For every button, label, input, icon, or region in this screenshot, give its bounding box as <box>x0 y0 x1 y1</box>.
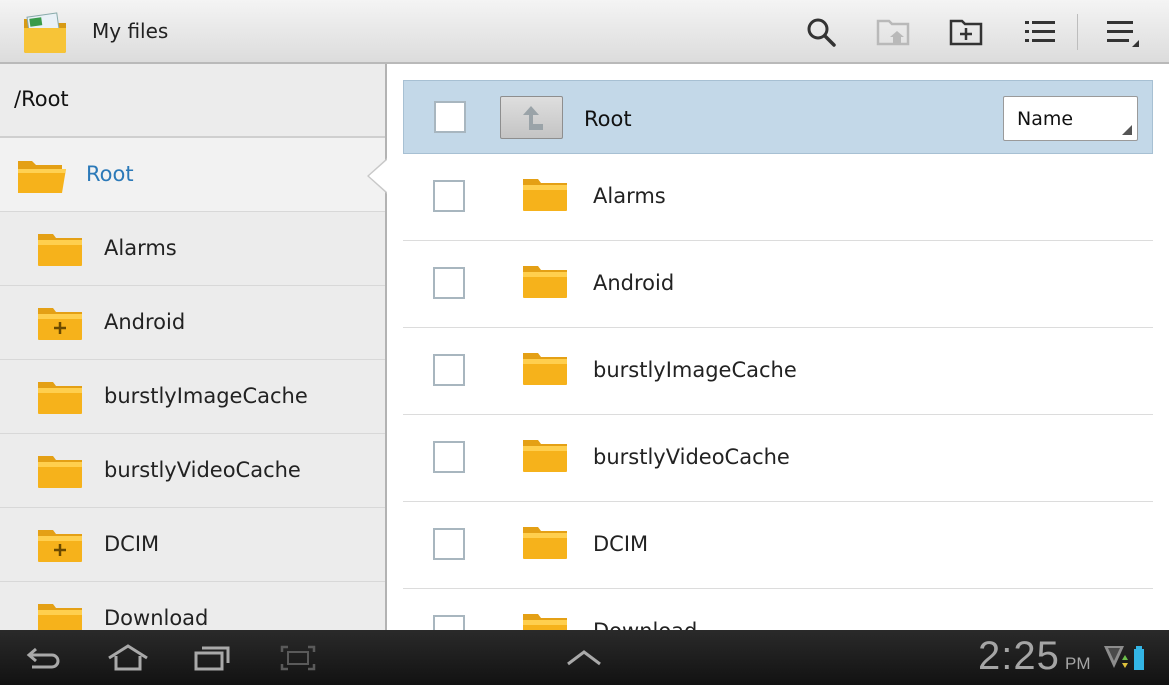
file-row-dcim[interactable]: DCIM <box>403 502 1153 589</box>
up-folder-button[interactable] <box>500 96 563 139</box>
search-button[interactable] <box>801 12 841 52</box>
file-row-burstlyvideocache[interactable]: burstlyVideoCache <box>403 415 1153 502</box>
row-checkbox[interactable] <box>433 528 465 560</box>
tree-item-label: Android <box>104 310 186 334</box>
dropdown-corner-icon <box>1122 125 1132 135</box>
tree-item-burstlyimagecache[interactable]: burstlyImageCache <box>0 360 386 434</box>
screenshot-icon <box>280 645 316 671</box>
file-row-burstlyimagecache[interactable]: burstlyImageCache <box>403 328 1153 415</box>
current-folder-title: Root <box>584 107 632 131</box>
folder-icon <box>37 601 83 630</box>
file-row-download[interactable]: Download <box>403 589 1153 630</box>
folder-icon <box>37 379 83 419</box>
folder-icon <box>522 263 568 303</box>
tree-item-label: burstlyImageCache <box>104 384 308 408</box>
row-checkbox[interactable] <box>433 180 465 212</box>
file-name: Android <box>593 271 675 295</box>
battery-icon <box>1134 646 1144 670</box>
go-home-button[interactable] <box>873 12 913 52</box>
up-arrow-icon <box>522 105 543 130</box>
folder-icon <box>522 437 568 477</box>
my-files-folder-icon[interactable] <box>22 11 68 55</box>
back-icon <box>26 647 60 669</box>
file-name: DCIM <box>593 532 649 556</box>
screenshot-button[interactable] <box>270 638 326 678</box>
back-button[interactable] <box>16 638 72 678</box>
new-folder-button[interactable] <box>946 12 986 52</box>
sort-dropdown[interactable]: Name <box>1003 96 1138 141</box>
upload-arrow-icon <box>1122 655 1128 660</box>
notification-expand-button[interactable] <box>556 638 612 678</box>
folder-icon <box>522 524 568 564</box>
list-view-icon <box>1025 21 1055 42</box>
folder-tree-panel: /Root Root Alarms Android burstlyImageCa… <box>0 64 386 630</box>
tree-item-burstlyvideocache[interactable]: burstlyVideoCache <box>0 434 386 508</box>
wifi-icon <box>1104 646 1124 668</box>
recent-apps-button[interactable] <box>184 638 240 678</box>
current-folder-row: Root Name <box>403 80 1153 154</box>
menu-button[interactable] <box>1102 12 1142 52</box>
tree-item-label: Alarms <box>104 236 177 260</box>
folder-icon <box>522 350 568 390</box>
tree-item-download[interactable]: Download <box>0 582 386 630</box>
select-all-checkbox[interactable] <box>434 101 466 133</box>
file-list-panel: Root Name Alarms Android burstlyImageCac… <box>387 64 1169 630</box>
open-folder-icon <box>16 157 68 199</box>
folder-plus-icon <box>37 305 83 345</box>
tree-item-label: burstlyVideoCache <box>104 458 301 482</box>
tree-item-root[interactable]: Root <box>0 138 386 212</box>
folder-icon <box>37 231 83 271</box>
row-checkbox[interactable] <box>433 267 465 299</box>
tree-item-label: Download <box>104 606 209 630</box>
folder-plus-icon <box>37 527 83 567</box>
new-folder-icon <box>949 19 983 46</box>
current-path: /Root <box>0 64 386 138</box>
chevron-up-icon <box>567 650 601 666</box>
clock-ampm: PM <box>1065 654 1091 673</box>
tree-item-label: DCIM <box>104 532 160 556</box>
file-name: burstlyImageCache <box>593 358 797 382</box>
clock-time: 2:25 <box>978 634 1060 678</box>
selection-pointer <box>369 160 387 192</box>
folder-home-icon <box>876 19 910 46</box>
tree-item-android[interactable]: Android <box>0 286 386 360</box>
folder-icon <box>522 176 568 216</box>
search-icon <box>807 18 836 47</box>
row-checkbox[interactable] <box>433 615 465 630</box>
row-checkbox[interactable] <box>433 354 465 386</box>
tree-item-alarms[interactable]: Alarms <box>0 212 386 286</box>
folder-icon <box>37 453 83 493</box>
app-title: My files <box>92 19 169 43</box>
file-name: Download <box>593 619 697 630</box>
status-icons[interactable] <box>1102 644 1162 674</box>
file-row-alarms[interactable]: Alarms <box>403 154 1153 241</box>
folder-icon <box>522 611 568 630</box>
home-icon <box>108 644 148 671</box>
view-list-button[interactable] <box>1020 12 1060 52</box>
toolbar-separator <box>1077 14 1078 50</box>
action-bar: My files <box>0 0 1169 64</box>
file-name: burstlyVideoCache <box>593 445 790 469</box>
row-checkbox[interactable] <box>433 441 465 473</box>
system-bar: 2:25 PM <box>0 630 1169 685</box>
sort-value: Name <box>1017 108 1074 130</box>
tree-item-label: Root <box>86 162 134 186</box>
overflow-menu-icon <box>1107 21 1139 47</box>
file-name: Alarms <box>593 184 666 208</box>
home-button[interactable] <box>100 638 156 678</box>
recent-apps-icon <box>194 646 230 671</box>
tree-item-dcim[interactable]: DCIM <box>0 508 386 582</box>
download-arrow-icon <box>1122 663 1128 668</box>
file-row-android[interactable]: Android <box>403 241 1153 328</box>
